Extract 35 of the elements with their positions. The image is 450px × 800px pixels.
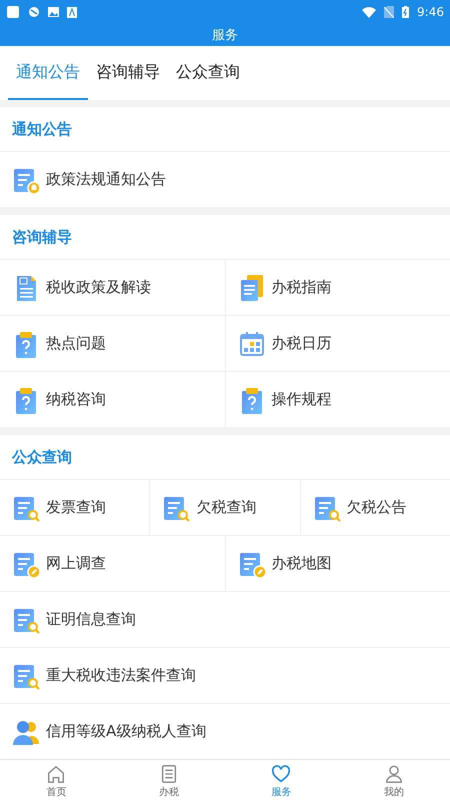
menu-item[interactable]: 信用等级A级纳税人查询 [0,704,450,759]
wifi-icon [362,6,376,18]
sync-icon [28,6,40,18]
menu-item[interactable]: 纳税咨询 [0,372,224,427]
menu-item[interactable]: 办税指南 [224,260,450,315]
image-icon [48,7,59,17]
nav-tab[interactable]: 办税 [112,760,225,800]
section-title: 公众查询 [12,448,72,466]
menu-item[interactable]: 政策法规通知公告 [0,152,450,207]
app-icon [6,5,20,19]
menu-item[interactable]: 欠税公告 [300,480,450,535]
menu-item[interactable]: 网上调查 [0,536,224,591]
nav-tab[interactable]: 服务 [225,760,338,800]
tab[interactable]: 通知公告 [8,46,88,100]
status-time: 9:46 [417,5,444,19]
font-icon [67,6,77,18]
header-title: 服务 [212,27,238,44]
section-title: 咨询辅导 [12,228,72,246]
menu-item[interactable]: 办税日历 [224,316,450,371]
nav-tab[interactable]: 我的 [338,760,450,800]
battery-icon [402,6,410,18]
menu-item[interactable]: 欠税查询 [149,480,300,535]
no-sim-icon [384,6,394,18]
tab[interactable]: 公众查询 [168,46,248,100]
menu-item[interactable]: 税收政策及解读 [0,260,224,315]
menu-item[interactable]: 重大税收违法案件查询 [0,648,450,703]
menu-item[interactable]: 证明信息查询 [0,592,450,647]
section-title: 通知公告 [12,120,72,138]
menu-item[interactable]: 发票查询 [0,480,150,535]
menu-item[interactable]: 热点问题 [0,316,224,371]
nav-tab[interactable]: 首页 [0,760,112,800]
menu-item[interactable]: 办税地图 [224,536,450,591]
tab[interactable]: 咨询辅导 [88,46,168,100]
menu-item[interactable]: 操作规程 [224,372,450,427]
calendar-icon [238,330,266,358]
